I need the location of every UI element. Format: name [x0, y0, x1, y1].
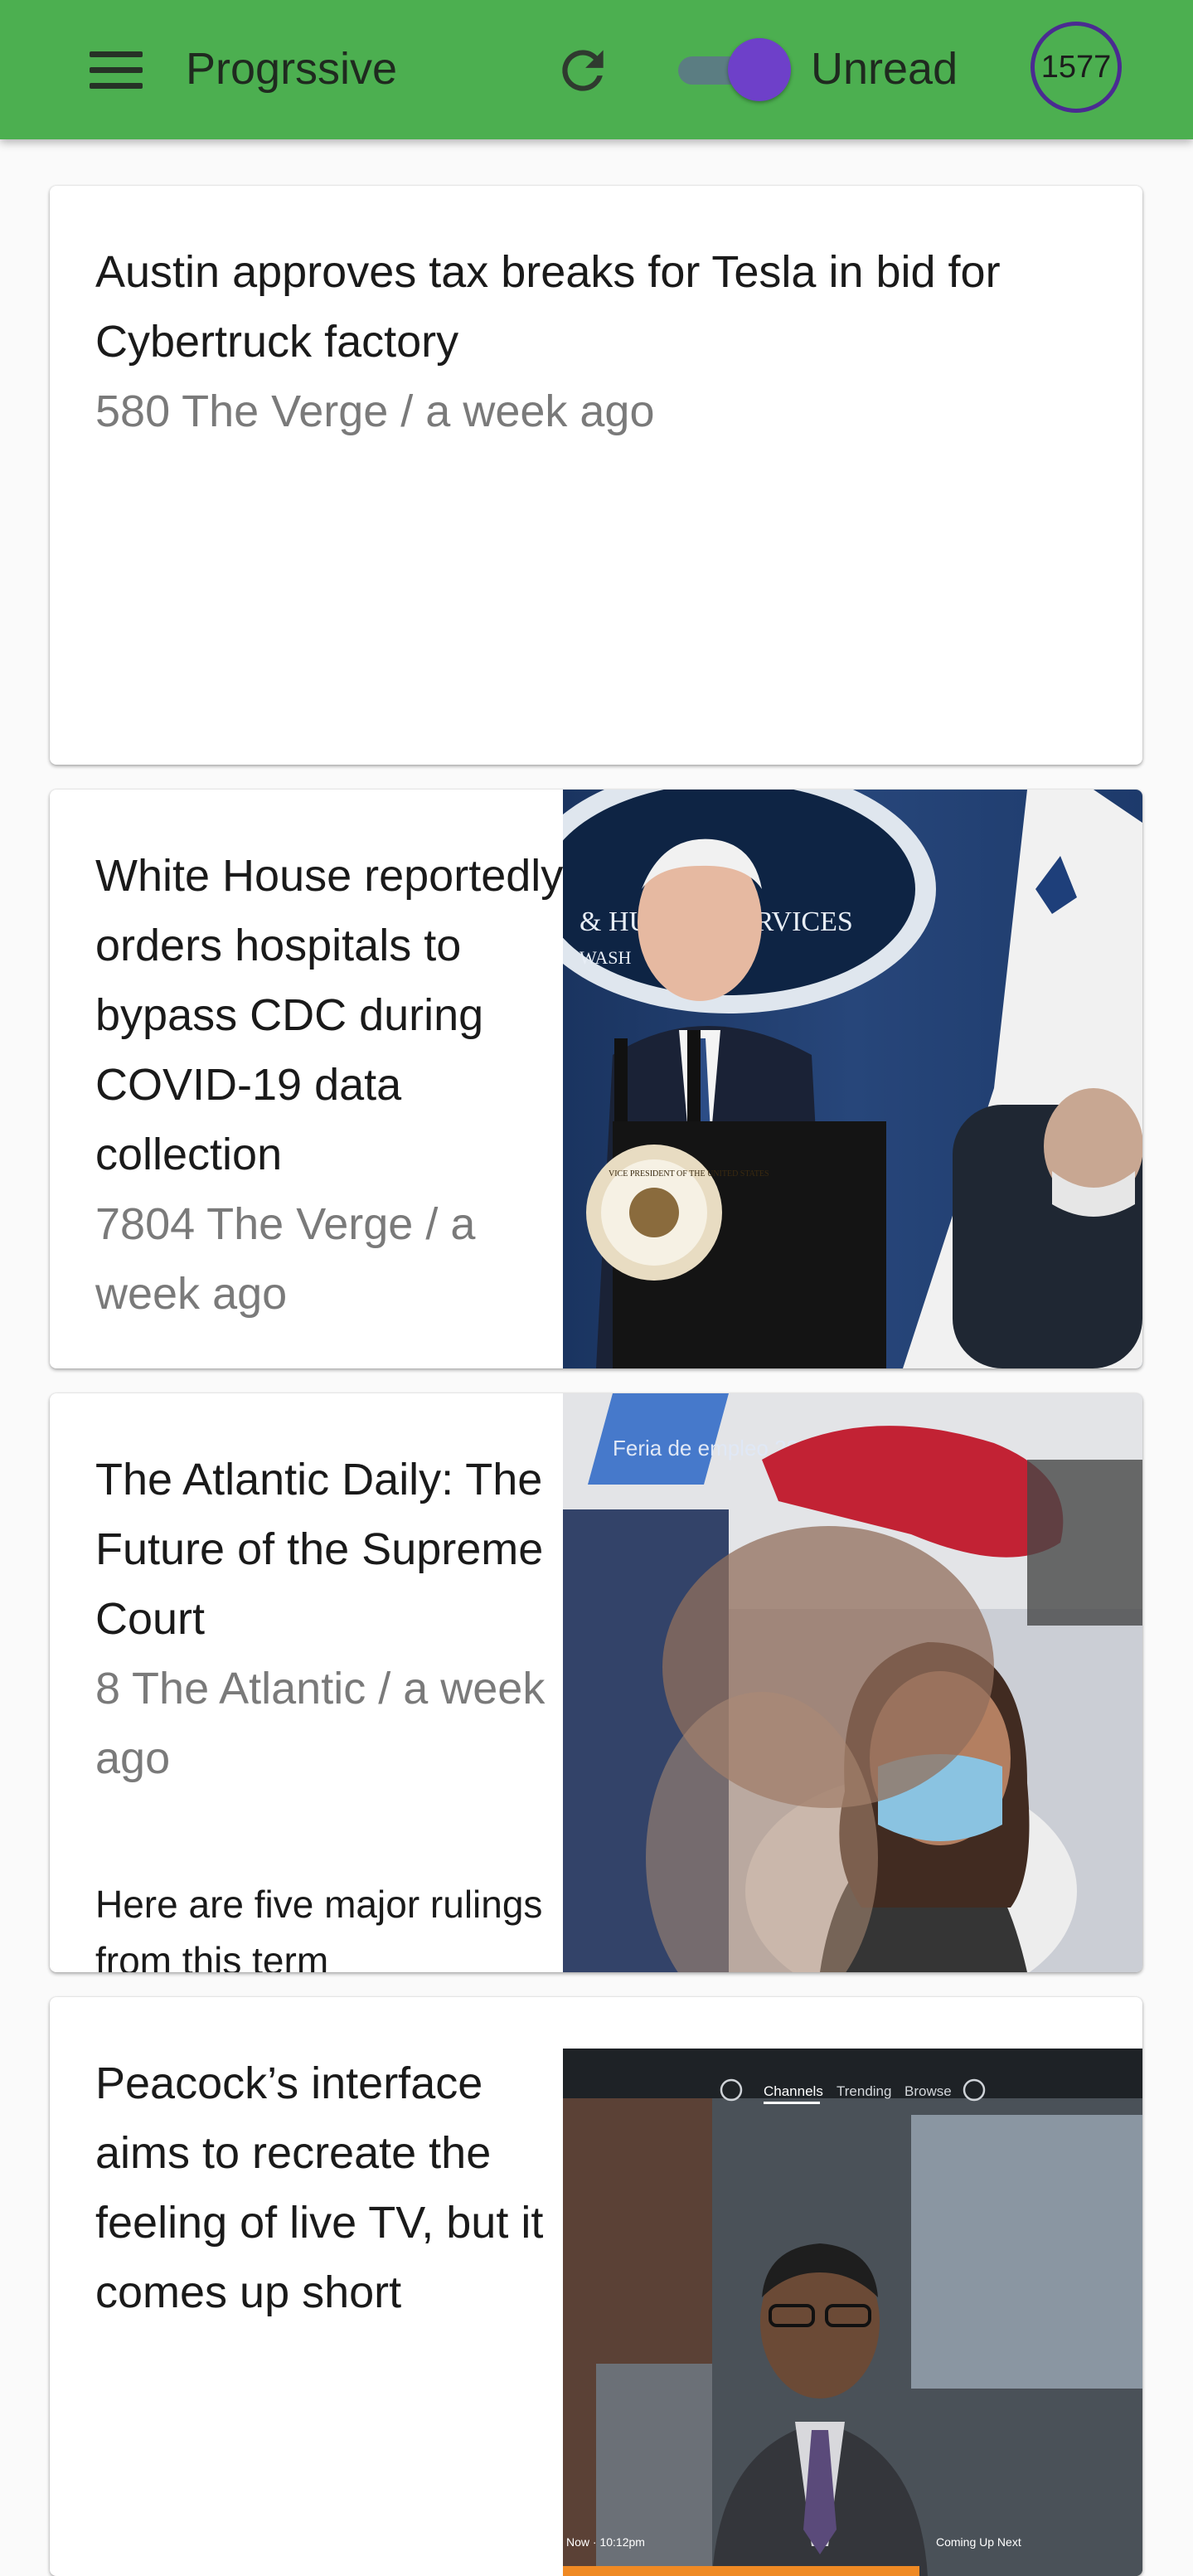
- article-title: The Atlantic Daily: The Future of the Su…: [95, 1455, 544, 1644]
- seal-text: VICE PRESIDENT OF THE UNITED STATES: [609, 1169, 769, 1179]
- article-title: Peacock’s interface aims to recreate the…: [95, 2058, 544, 2317]
- refresh-icon[interactable]: [552, 40, 613, 101]
- article-thumbnail[interactable]: & HUMAN SERVICES WASH VICE PRES: [563, 790, 1142, 1368]
- tv-menu-item: Channels: [764, 2083, 823, 2099]
- tv-overlay-text: Coming Up Next: [936, 2535, 1021, 2549]
- article-title: White House reportedly orders hospitals …: [95, 851, 564, 1179]
- article-meta: 580 The Verge / a week ago: [95, 386, 655, 436]
- article-text: The Atlantic Daily: The Future of the Su…: [95, 1445, 568, 1972]
- unread-toggle-label: Unread: [811, 44, 958, 94]
- article-thumbnail[interactable]: Feria de empleo 2020: [563, 1393, 1142, 1972]
- article-text: White House reportedly orders hospitals …: [95, 841, 568, 1368]
- app-bar: Progrssive Unread 1577: [0, 0, 1193, 139]
- tv-menu-item: Browse: [904, 2083, 952, 2099]
- article-title: Austin approves tax breaks for Tesla in …: [95, 247, 1001, 367]
- article-card[interactable]: Austin approves tax breaks for Tesla in …: [50, 186, 1142, 765]
- tv-menu-item: Trending: [837, 2083, 891, 2099]
- article-snippet: Here are five major rulings from this te…: [95, 1883, 543, 1972]
- unread-toggle[interactable]: [678, 38, 791, 101]
- toggle-thumb: [728, 38, 791, 101]
- article-meta: 7804 The Verge / a week ago: [95, 1199, 476, 1319]
- tv-overlay-text: Now · 10:12pm: [566, 2535, 645, 2549]
- article-thumbnail[interactable]: Channels Trending Browse Now · 10:12pm C…: [563, 2049, 1142, 2576]
- article-card[interactable]: The Atlantic Daily: The Future of the Su…: [50, 1393, 1142, 1972]
- app-title: Progrssive: [186, 44, 398, 94]
- unread-count-badge[interactable]: 1577: [1031, 22, 1122, 113]
- article-card[interactable]: Peacock’s interface aims to recreate the…: [50, 1997, 1142, 2576]
- article-text: Peacock’s interface aims to recreate the…: [95, 2049, 568, 2576]
- article-meta: 8 The Atlantic / a week ago: [95, 1664, 546, 1783]
- article-text: Austin approves tax breaks for Tesla in …: [95, 237, 1097, 765]
- seal-text: WASH: [580, 947, 631, 968]
- menu-icon[interactable]: [83, 43, 149, 96]
- article-card[interactable]: White House reportedly orders hospitals …: [50, 790, 1142, 1368]
